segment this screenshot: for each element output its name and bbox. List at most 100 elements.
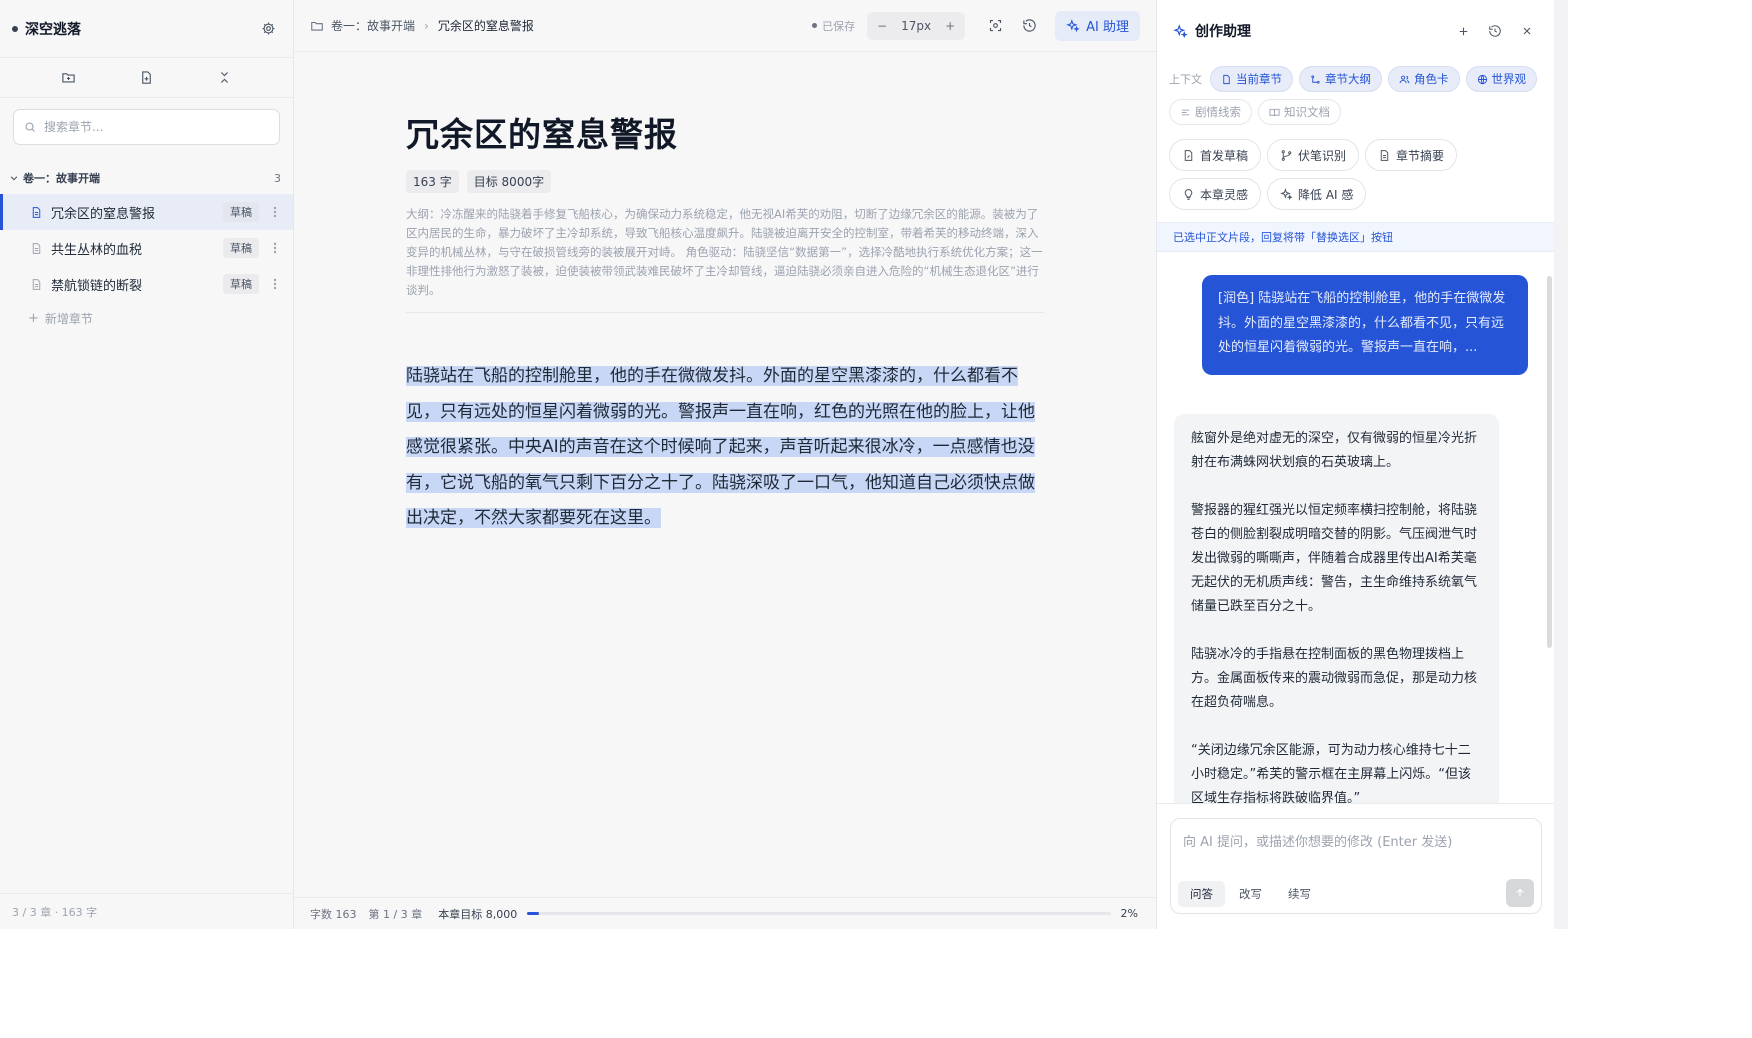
new-volume-icon[interactable] bbox=[55, 64, 83, 92]
status-word-count: 字数 163 bbox=[310, 907, 357, 921]
word-count-badge: 163 字 bbox=[406, 170, 459, 193]
plus-icon: + bbox=[28, 310, 39, 326]
document: 冗余区的窒息警报 163 字 目标 8000字 大纲：冷冻醒来的陆骁着手修复飞船… bbox=[406, 52, 1044, 537]
focus-mode-icon[interactable] bbox=[981, 12, 1009, 40]
selection-notice: 已选中正文片段，回复将带「替换选区」按钮 bbox=[1157, 222, 1554, 252]
ai-button-label: AI 助理 bbox=[1086, 20, 1129, 35]
context-chip-characters[interactable]: 角色卡 bbox=[1388, 66, 1460, 92]
mode-tab-qa[interactable]: 问答 bbox=[1178, 881, 1225, 907]
breadcrumb-volume[interactable]: 卷一：故事开端 bbox=[331, 17, 415, 34]
chip-label: 世界观 bbox=[1491, 72, 1527, 86]
ai-paragraph: “关闭边缘冗余区能源，可为动力核心维持七十二小时稳定。”希芙的警示框在主屏幕上闪… bbox=[1191, 743, 1471, 804]
goal-progress-fill bbox=[527, 912, 539, 915]
volume-title: 卷一：故事开端 bbox=[23, 172, 100, 185]
chip-label: 知识文档 bbox=[1284, 105, 1330, 119]
collapse-all-icon[interactable] bbox=[210, 64, 238, 92]
status-badge: 草稿 bbox=[223, 274, 259, 294]
people-icon bbox=[1399, 74, 1410, 85]
sparkle-icon bbox=[1066, 18, 1080, 33]
action-label: 章节摘要 bbox=[1396, 148, 1445, 163]
arrow-up-icon bbox=[1514, 887, 1526, 899]
chevron-down-icon bbox=[9, 173, 19, 183]
action-foreshadow[interactable]: 伏笔识别 bbox=[1267, 139, 1360, 171]
action-inspiration[interactable]: 本章灵感 bbox=[1169, 178, 1262, 210]
volume-chapter-count: 3 bbox=[274, 171, 281, 185]
ai-assistant-panel: 创作助理 上下文 当前章节 章节大纲 角色卡 世界观 剧情线索 知识文档 首发草… bbox=[1156, 0, 1554, 929]
action-first-draft[interactable]: 首发草稿 bbox=[1169, 139, 1262, 171]
history-icon[interactable] bbox=[1482, 18, 1508, 44]
context-chip-worldview[interactable]: 世界观 bbox=[1465, 66, 1537, 92]
chapter-search[interactable] bbox=[13, 109, 280, 145]
chapter-item-1[interactable]: 冗余区的窒息警报 草稿 bbox=[0, 194, 293, 230]
chat-input[interactable] bbox=[1183, 831, 1523, 861]
selected-text[interactable]: 陆骁站在飞船的控制舱里，他的手在微微发抖。外面的星空黑漆漆的，什么都看不见，只有… bbox=[406, 366, 1035, 529]
mode-tabs: 问答 改写 续写 bbox=[1178, 881, 1323, 907]
project-title: 深空逃落 bbox=[25, 21, 81, 38]
globe-icon bbox=[1477, 74, 1488, 85]
chat-history[interactable]: [润色] 陆骁站在飞船的控制舱里，他的手在微微发抖。外面的星空黑漆漆的，什么都看… bbox=[1157, 262, 1554, 804]
action-label: 降低 AI 感 bbox=[1298, 187, 1354, 202]
mode-tab-continue[interactable]: 续写 bbox=[1276, 881, 1323, 907]
save-status: 已保存 bbox=[812, 18, 855, 34]
context-chip-outline[interactable]: 章节大纲 bbox=[1299, 66, 1382, 92]
ai-paragraph: 警报器的猩红强光以恒定频率横扫控制舱，将陆骁苍白的侧脸割裂成明暗交替的阴影。气压… bbox=[1191, 503, 1478, 614]
panel-header: 创作助理 bbox=[1157, 0, 1554, 62]
chat-scrollbar[interactable] bbox=[1547, 276, 1552, 648]
more-icon[interactable] bbox=[269, 240, 281, 256]
panel-title: 创作助理 bbox=[1195, 24, 1251, 40]
volume-header[interactable]: 卷一：故事开端 3 bbox=[0, 168, 293, 188]
send-button[interactable] bbox=[1506, 879, 1534, 907]
history-icon[interactable] bbox=[1015, 12, 1043, 40]
new-chapter-icon[interactable] bbox=[132, 64, 160, 92]
font-increase-button[interactable]: + bbox=[941, 19, 959, 33]
document-icon bbox=[29, 277, 43, 291]
gear-icon[interactable] bbox=[255, 16, 281, 42]
document-icon bbox=[29, 205, 43, 219]
status-badge: 草稿 bbox=[223, 238, 259, 258]
context-chip-current-chapter[interactable]: 当前章节 bbox=[1210, 66, 1293, 92]
breadcrumb-chapter: 冗余区的窒息警报 bbox=[437, 19, 534, 33]
book-icon bbox=[1269, 107, 1280, 118]
quick-actions: 首发草稿 伏笔识别 章节摘要 本章灵感 降低 AI 感 bbox=[1157, 125, 1554, 210]
goal-progress-percent: 2% bbox=[1120, 907, 1138, 920]
add-chapter-button[interactable]: + 新增章节 bbox=[0, 302, 293, 334]
sidebar-header: 深空逃落 bbox=[0, 0, 293, 58]
user-message: [润色] 陆骁站在飞船的控制舱里，他的手在微微发抖。外面的星空黑漆漆的，什么都看… bbox=[1202, 275, 1528, 375]
chip-label: 当前章节 bbox=[1236, 72, 1282, 86]
context-label: 上下文 bbox=[1169, 73, 1202, 86]
saved-dot bbox=[812, 23, 818, 28]
action-chapter-summary[interactable]: 章节摘要 bbox=[1365, 139, 1458, 171]
branch-icon bbox=[1280, 149, 1293, 162]
action-reduce-ai[interactable]: 降低 AI 感 bbox=[1267, 178, 1367, 210]
chevron-right-icon: › bbox=[424, 18, 429, 33]
font-decrease-button[interactable]: − bbox=[873, 19, 891, 33]
ai-assistant-button[interactable]: AI 助理 bbox=[1055, 10, 1140, 41]
goal-progress-bar bbox=[527, 912, 1111, 915]
search-icon bbox=[24, 121, 36, 133]
new-chat-icon[interactable] bbox=[1450, 18, 1476, 44]
ai-paragraph: 舷窗外是绝对虚无的深空，仅有微弱的恒星冷光折射在布满蛛网状划痕的石英玻璃上。 bbox=[1191, 431, 1478, 470]
more-icon[interactable] bbox=[269, 204, 281, 220]
lightbulb-icon bbox=[1182, 188, 1195, 201]
chapter-item-3[interactable]: 禁航锁链的断裂 草稿 bbox=[0, 266, 293, 302]
context-selector: 上下文 当前章节 章节大纲 角色卡 世界观 剧情线索 知识文档 bbox=[1157, 62, 1554, 125]
save-status-label: 已保存 bbox=[822, 19, 856, 33]
chapter-item-2[interactable]: 共生丛林的血税 草稿 bbox=[0, 230, 293, 266]
context-chip-knowledge-docs[interactable]: 知识文档 bbox=[1258, 99, 1341, 125]
context-chip-plot-threads[interactable]: 剧情线索 bbox=[1169, 99, 1252, 125]
chapter-title: 共生丛林的血税 bbox=[51, 242, 143, 258]
chapter-body[interactable]: 陆骁站在飞船的控制舱里，他的手在微微发抖。外面的星空黑漆漆的，什么都看不见，只有… bbox=[406, 359, 1044, 537]
editor-toolbar: 卷一：故事开端 › 冗余区的窒息警报 已保存 − 17px + AI 助理 bbox=[294, 0, 1156, 52]
ai-paragraph: 陆骁冰冷的手指悬在控制面板的黑色物理拨档上方。金属面板传来的震动微弱而急促，那是… bbox=[1191, 647, 1478, 710]
close-icon[interactable] bbox=[1514, 18, 1540, 44]
chapter-list: 冗余区的窒息警报 草稿 共生丛林的血税 草稿 禁航锁链的断裂 草稿 bbox=[0, 194, 293, 302]
search-input[interactable] bbox=[44, 120, 269, 134]
chapter-sidebar: 深空逃落 卷一：故事开端 3 冗余区的窒息警报 bbox=[0, 0, 294, 929]
document-icon bbox=[1221, 74, 1232, 85]
chip-label: 剧情线索 bbox=[1195, 105, 1241, 119]
outline-icon bbox=[1310, 74, 1321, 85]
chapter-heading[interactable]: 冗余区的窒息警报 bbox=[406, 108, 1044, 156]
action-label: 首发草稿 bbox=[1200, 148, 1249, 163]
more-icon[interactable] bbox=[269, 276, 281, 292]
mode-tab-rewrite[interactable]: 改写 bbox=[1227, 881, 1274, 907]
